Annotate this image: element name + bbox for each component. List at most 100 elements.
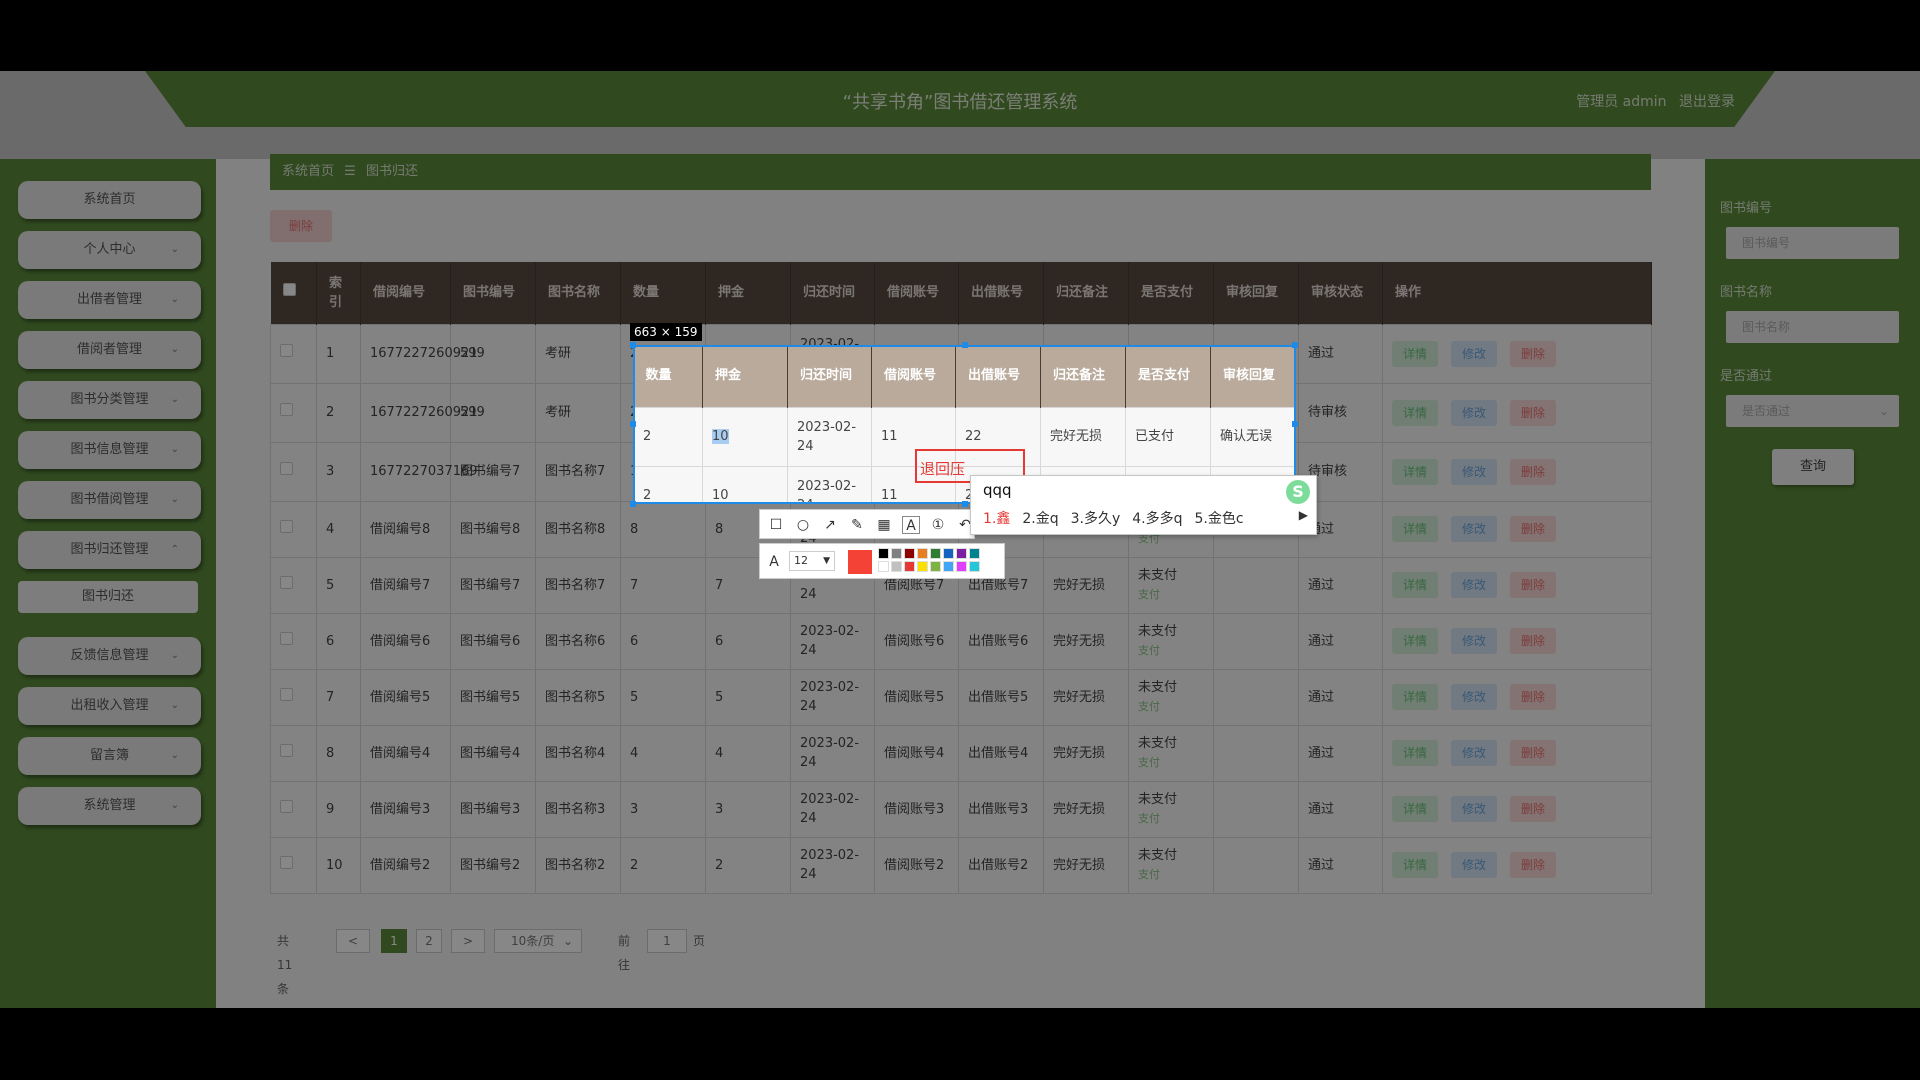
row-checkbox[interactable] — [280, 855, 293, 869]
pay-link[interactable]: 支付 — [1138, 809, 1207, 828]
mosaic-tool-icon[interactable]: ▦ — [875, 516, 893, 534]
row-checkbox[interactable] — [280, 631, 293, 645]
font-size-select[interactable]: 12 ▼ — [789, 551, 835, 571]
edit-button[interactable]: 修改 — [1451, 458, 1497, 485]
detail-button[interactable]: 详情 — [1392, 628, 1438, 654]
delete-button[interactable]: 删除 — [1510, 572, 1556, 598]
ime-candidate[interactable]: 5.金色c — [1195, 511, 1244, 527]
select-all-checkbox[interactable] — [282, 283, 296, 297]
color-swatch[interactable] — [930, 561, 941, 572]
color-swatch[interactable] — [904, 548, 915, 559]
edit-button[interactable]: 修改 — [1451, 628, 1497, 654]
delete-button[interactable]: 删除 — [1510, 399, 1556, 426]
approved-select[interactable]: 是否通过 ⌄ — [1726, 395, 1899, 427]
page-1-button[interactable]: 1 — [381, 929, 407, 953]
delete-button[interactable]: 删除 — [1510, 796, 1556, 822]
color-swatch[interactable] — [943, 548, 954, 559]
delete-button[interactable]: 删除 — [1510, 628, 1556, 654]
ime-candidate[interactable]: 4.多多q — [1132, 511, 1182, 527]
batch-delete-button[interactable]: 删除 — [270, 210, 332, 242]
color-swatch[interactable] — [969, 561, 980, 572]
ellipse-tool-icon[interactable]: ○ — [794, 516, 812, 534]
text-tool-icon[interactable]: A — [902, 516, 920, 534]
row-checkbox[interactable] — [280, 403, 293, 416]
detail-button[interactable]: 详情 — [1392, 740, 1438, 766]
color-swatch[interactable] — [930, 548, 941, 559]
resize-handle[interactable] — [962, 501, 968, 507]
edit-button[interactable]: 修改 — [1451, 796, 1497, 822]
edit-button[interactable]: 修改 — [1451, 399, 1497, 426]
color-swatch[interactable] — [917, 548, 928, 559]
edit-button[interactable]: 修改 — [1451, 740, 1497, 766]
annotation-text[interactable]: 退回压 — [920, 458, 965, 479]
delete-button[interactable]: 删除 — [1510, 740, 1556, 766]
color-swatch[interactable] — [956, 548, 967, 559]
pay-link[interactable]: 支付 — [1138, 641, 1207, 660]
color-swatch[interactable] — [969, 548, 980, 559]
ime-candidate[interactable]: 3.多久y — [1071, 511, 1121, 527]
ime-candidate[interactable]: 1.鑫 — [983, 511, 1010, 527]
resize-handle[interactable] — [630, 501, 636, 507]
number-tool-icon[interactable]: ① — [929, 516, 947, 534]
ime-candidate[interactable]: 2.金q — [1022, 511, 1058, 527]
resize-handle[interactable] — [1292, 421, 1298, 427]
sidebar-item[interactable]: 图书借阅管理 ⌄ — [18, 481, 201, 519]
detail-button[interactable]: 详情 — [1392, 852, 1438, 878]
pay-link[interactable]: 支付 — [1138, 697, 1207, 716]
delete-button[interactable]: 删除 — [1510, 516, 1556, 542]
pay-link[interactable]: 支付 — [1138, 753, 1207, 772]
edit-button[interactable]: 修改 — [1451, 684, 1497, 710]
sidebar-item[interactable]: 图书归还 — [18, 581, 198, 613]
row-checkbox[interactable] — [280, 519, 293, 533]
resize-handle[interactable] — [1292, 342, 1298, 348]
delete-button[interactable]: 删除 — [1510, 852, 1556, 878]
pay-link[interactable]: 支付 — [1138, 585, 1207, 604]
prev-page-button[interactable]: < — [336, 929, 370, 953]
sidebar-item[interactable]: 反馈信息管理 ⌄ — [18, 637, 201, 675]
color-swatch[interactable] — [891, 548, 902, 559]
arrow-tool-icon[interactable]: ↗ — [821, 516, 839, 534]
color-swatch[interactable] — [917, 561, 928, 572]
sidebar-item[interactable]: 图书信息管理 ⌄ — [18, 431, 201, 469]
detail-button[interactable]: 详情 — [1392, 572, 1438, 598]
search-button[interactable]: 查询 — [1772, 449, 1854, 485]
edit-button[interactable]: 修改 — [1451, 340, 1497, 367]
sidebar-item[interactable]: 图书归还管理 ⌃ — [18, 531, 201, 569]
edit-button[interactable]: 修改 — [1451, 572, 1497, 598]
sidebar-item[interactable]: 系统管理 ⌄ — [18, 787, 201, 825]
color-swatch[interactable] — [891, 561, 902, 572]
goto-page-input[interactable]: 1 — [647, 929, 687, 953]
sidebar-item[interactable]: 留言簿 ⌄ — [18, 737, 201, 775]
color-swatch[interactable] — [904, 561, 915, 572]
color-swatch[interactable] — [956, 561, 967, 572]
page-2-button[interactable]: 2 — [416, 929, 442, 953]
sidebar-item[interactable]: 出借者管理 ⌄ — [18, 281, 201, 319]
sidebar-item[interactable]: 出租收入管理 ⌄ — [18, 687, 201, 725]
detail-button[interactable]: 详情 — [1392, 458, 1438, 485]
book-name-input[interactable]: 图书名称 — [1726, 311, 1899, 343]
detail-button[interactable]: 详情 — [1392, 399, 1438, 426]
color-swatch[interactable] — [878, 561, 889, 572]
next-candidates-icon[interactable]: ▶ — [1299, 508, 1308, 522]
resize-handle[interactable] — [630, 342, 636, 348]
logout-link[interactable]: 退出登录 — [1679, 94, 1735, 110]
detail-button[interactable]: 详情 — [1392, 340, 1438, 367]
row-checkbox[interactable] — [280, 344, 293, 357]
sidebar-item[interactable]: 个人中心 ⌄ — [18, 231, 201, 269]
row-checkbox[interactable] — [280, 687, 293, 701]
breadcrumb-home[interactable]: 系统首页 — [282, 164, 334, 179]
current-color-swatch[interactable] — [848, 550, 872, 574]
row-checkbox[interactable] — [280, 799, 293, 813]
row-checkbox[interactable] — [280, 462, 293, 475]
sidebar-item[interactable]: 图书分类管理 ⌄ — [18, 381, 201, 419]
delete-button[interactable]: 删除 — [1510, 458, 1556, 485]
resize-handle[interactable] — [630, 421, 636, 427]
edit-button[interactable]: 修改 — [1451, 852, 1497, 878]
color-swatch[interactable] — [878, 548, 889, 559]
sidebar-item[interactable]: 系统首页 — [18, 181, 201, 219]
edit-button[interactable]: 修改 — [1451, 516, 1497, 542]
pen-tool-icon[interactable]: ✎ — [848, 516, 866, 534]
next-page-button[interactable]: > — [451, 929, 485, 953]
row-checkbox[interactable] — [280, 743, 293, 757]
delete-button[interactable]: 删除 — [1510, 684, 1556, 710]
